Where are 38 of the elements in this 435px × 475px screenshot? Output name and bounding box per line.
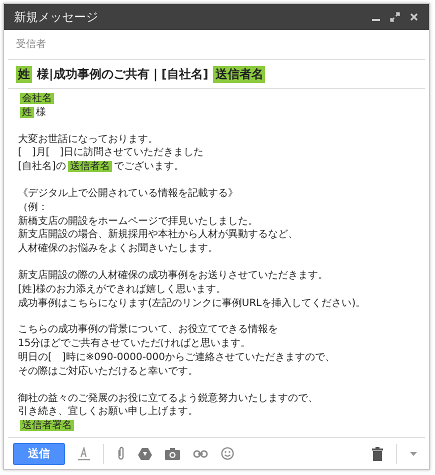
placeholder-tag: 送信者署名 [20,420,74,432]
text-format-icon[interactable] [78,446,90,460]
body-text: 大変お世話になっております。 [18,134,158,145]
body-text: 新支店開設の場合、新規採用や本社から人材が異動するなど、 [18,229,298,240]
triangle-icon[interactable] [138,448,152,460]
placeholder-tag: 会社名 [20,93,54,104]
body-text: 新支店開設の際の人材確保の成功事例をお送りさせていただきます。 [18,270,328,281]
placeholder-tag: 送信者名 [213,66,266,82]
window-title: 新規メッセージ [14,8,98,26]
body-text: [ ]月[ ]日に訪問させていただきました [18,147,204,158]
placeholder-tag: 姓 [16,66,32,82]
camera-icon[interactable] [165,448,180,460]
trash-icon[interactable] [372,446,383,460]
body-text: [姓]様のお力添えができれば嬉しく思います。 [18,284,226,295]
body-text: 15分ほどでご共有させていただければと思います。 [18,338,251,350]
body-text: 《デジタル上で公開されている情報を記載する》 [18,188,238,199]
close-icon[interactable] [409,12,419,22]
body-text: 成功事例はこちらになります(左記のリンクに事例URLを挿入してください)。 [18,298,366,309]
body-text: 引き続き、宜しくお願い申し上げます。 [18,406,198,418]
body-text: でございます。 [114,161,184,172]
body-text: （例： [18,202,48,213]
send-button[interactable]: 送信 [13,442,65,464]
body-text: その際はご対応いただけると幸いです。 [18,366,198,377]
body-text: [自社名]の [18,161,66,172]
body-text: こちらの成功事例の背景について、お役立てできる情報を [18,324,278,336]
link-icon[interactable] [193,450,208,458]
body-text: 新橋支店の開設をホームページで拝見いたしました。 [18,216,258,227]
placeholder-tag: 送信者名 [68,161,112,172]
expand-icon[interactable] [390,12,400,22]
placeholder-tag: 姓 [20,106,34,118]
caret-icon[interactable] [410,452,417,456]
body-text: 御社の益々のご発展のお役に立てるよう鋭意努力いたしますので、 [18,392,318,404]
subject-text: 様|成功事例のご共有｜[自社名] [37,66,208,82]
body-text: 様 [36,106,46,118]
body-text: 明日の[ ]時に※090-0000-000からご連絡させていただきますので、 [18,352,336,363]
emoji-icon[interactable] [221,447,234,460]
body-text: 人材確保のお悩みをよくお聞きいたします。 [18,243,218,254]
paperclip-icon[interactable] [117,446,125,461]
